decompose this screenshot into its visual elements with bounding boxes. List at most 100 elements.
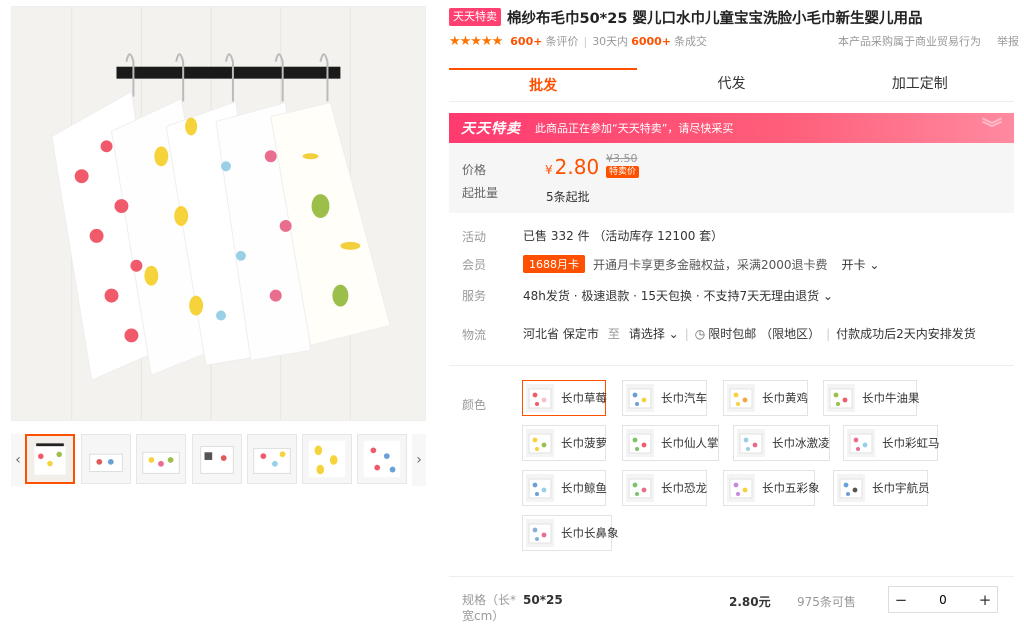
color-option-label: 长巾草莓 [561,391,607,405]
purchase-mode-tabs: 批发 代发 加工定制 [449,68,1014,102]
thumbnail[interactable] [136,434,186,484]
thumbnail-strip: ‹ › [11,434,426,488]
to-label: 至 [607,327,620,341]
color-swatch [526,429,554,457]
rating-row: ★★★★★ 600+ 条评价 | 30天内 6000+ 条成交 本产品采购属于商… [449,32,1019,50]
thumbnail[interactable] [302,434,352,484]
promo-title: 天天特卖 [461,121,521,137]
color-swatch [837,474,865,502]
color-swatch [526,474,554,502]
period-label: 30天内 [592,35,629,48]
color-option[interactable]: 长巾冰激凌 [733,425,830,461]
spec-price: 2.80元 [729,595,771,609]
review-count[interactable]: 600+ [510,35,542,48]
thumbnail[interactable] [247,434,297,484]
color-option[interactable]: 长巾长鼻象 [522,515,619,551]
tab-dropship[interactable]: 代发 [637,68,825,101]
member-text: 开通月卡享更多金融权益，采满2000退卡费 [593,257,828,272]
price-value: 2.80 [554,155,600,179]
daily-sale-badge: 天天特卖 [449,8,501,26]
color-option[interactable]: 长巾菠萝 [522,425,607,461]
price-label: 价格 [462,163,487,177]
rating-right: 本产品采购属于商业贸易行为 举报 [838,33,1019,49]
color-option-label: 长巾彩虹马 [882,436,940,450]
color-swatch [737,429,765,457]
report-link[interactable]: 举报 [997,33,1019,49]
color-option[interactable]: 长巾牛油果 [823,380,920,416]
color-option[interactable]: 长巾五彩象 [723,470,820,506]
trade-note: 本产品采购属于商业贸易行为 [838,35,981,48]
logistics-label: 物流 [462,328,487,342]
logistics-row: 河北省 保定市 至 请选择 ⌄ | ◷ 限时包邮 （限地区） | 付款成功后2天… [523,325,976,342]
spec-label: 规格（长*宽cm） [462,593,517,623]
color-option[interactable]: 长巾宇航员 [833,470,930,506]
color-option[interactable]: 长巾仙人掌 [622,425,719,461]
origin-location: 河北省 保定市 [523,327,599,341]
current-price: ¥ 2.80 [545,155,599,179]
tab-custom[interactable]: 加工定制 [826,68,1014,101]
color-option[interactable]: 长巾草莓 [522,380,607,416]
currency-symbol: ¥ [545,163,553,177]
member-label: 会员 [462,258,487,272]
thumbnail[interactable] [25,434,75,484]
color-option[interactable]: 长巾黄鸡 [723,380,808,416]
moq-value: 5条起批 [546,190,590,204]
section-divider [449,365,1014,366]
promo-text: 此商品正在参加“天天特卖”，请尽快采买 [535,122,734,135]
promo-banner: 天天特卖 此商品正在参加“天天特卖”，请尽快采买 ︾ [449,113,1014,143]
review-label[interactable]: 条评价 [545,33,578,49]
divider: | [826,326,831,341]
spec-stock: 975条可售 [797,595,856,609]
destination-select[interactable]: 请选择 ⌄ [629,325,679,342]
service-value[interactable]: 48h发货 · 极速退款 · 15天包换 · 不支持7天无理由退货 ⌄ [523,287,833,304]
deal-count: 6000+ [631,34,672,48]
quantity-input[interactable] [913,592,973,607]
clock-icon: ◷ [694,326,706,341]
color-option-label: 长巾长鼻象 [561,526,619,540]
minus-button[interactable]: − [889,591,913,609]
rating-stars-icon: ★★★★★ [449,33,503,49]
monthly-card-badge[interactable]: 1688月卡 [523,255,585,273]
color-option[interactable]: 长巾恐龙 [622,470,707,506]
color-option-label: 长巾冰激凌 [772,436,830,450]
tab-wholesale[interactable]: 批发 [449,68,638,101]
divider: | [583,34,588,48]
color-option-label: 长巾恐龙 [661,481,707,495]
color-option[interactable]: 长巾鲸鱼 [522,470,607,506]
dispatch-text: 付款成功后2天内安排发货 [836,327,976,341]
thumbnail[interactable] [192,434,242,484]
color-swatch [727,384,755,412]
color-option-label: 长巾汽车 [661,391,707,405]
color-option-label: 长巾菠萝 [561,436,607,450]
spec-name: 50*25 [523,593,563,607]
free-shipping-text: 限时包邮 （限地区） [708,327,821,341]
activity-label: 活动 [462,230,487,244]
color-swatch [626,474,654,502]
color-swatch [727,474,755,502]
color-option-label: 长巾仙人掌 [661,436,719,450]
color-option-label: 长巾宇航员 [872,481,930,495]
color-option-label: 长巾牛油果 [862,391,920,405]
double-chevron-icon: ︾ [982,116,1002,140]
color-option[interactable]: 长巾彩虹马 [843,425,940,461]
thumb-next-arrow-icon[interactable]: › [412,434,426,486]
thumbnail[interactable] [357,434,407,484]
main-product-image[interactable] [11,6,426,421]
color-option-label: 长巾黄鸡 [762,391,808,405]
plus-button[interactable]: + [973,591,997,609]
color-label: 颜色 [462,398,487,412]
color-option[interactable]: 长巾汽车 [622,380,707,416]
thumbnail[interactable] [81,434,131,484]
color-swatch [626,429,654,457]
sale-price-tag: 特卖价 [606,166,640,178]
color-swatch [626,384,654,412]
section-divider [449,576,1014,577]
open-card-link[interactable]: 开卡 ⌄ [842,256,880,273]
title-row: 天天特卖 棉纱布毛巾50*25 婴儿口水巾儿童宝宝洗脸小毛巾新生婴儿用品 [449,6,1019,28]
deal-label: 条成交 [674,35,708,48]
thumb-prev-arrow-icon[interactable]: ‹ [11,434,25,486]
original-price: ¥3.50 [606,152,638,165]
color-option-label: 长巾鲸鱼 [561,481,607,495]
activity-value: 已售 332 件 （活动库存 12100 套） [523,229,724,243]
quantity-stepper: − + [888,586,998,613]
